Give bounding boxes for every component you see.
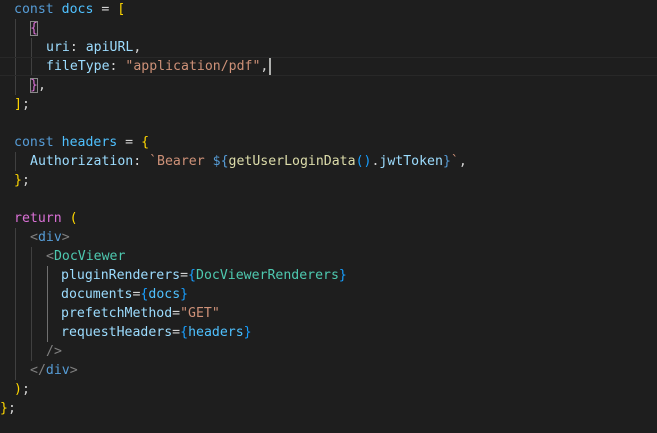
template-string-token: `Bearer <box>149 154 213 169</box>
identifier-token: docs <box>61 2 94 17</box>
code-line-17[interactable]: prefetchMethod="GET" <box>0 304 657 323</box>
jsx-bracket-token: < <box>30 230 38 245</box>
operator-token: = <box>117 135 142 150</box>
code-line-10[interactable]: }; <box>0 171 657 190</box>
template-interp-token: ${ <box>212 154 229 169</box>
bracket-token: { <box>180 325 189 340</box>
punctuation-token: ; <box>21 97 30 112</box>
bracket-token-matched: } <box>30 78 38 93</box>
identifier-token: headers <box>61 135 118 150</box>
code-line-9[interactable]: Authorization: `Bearer ${getUserLoginDat… <box>0 152 657 171</box>
identifier-token: DocViewerRenderers <box>196 268 339 283</box>
punctuation-token: , <box>37 78 46 93</box>
jsx-attribute-token: requestHeaders <box>61 325 173 340</box>
code-line-4-current[interactable]: fileType: "application/pdf", <box>0 57 657 76</box>
template-string-token: ` <box>450 154 459 169</box>
bracket-token: } <box>243 325 252 340</box>
bracket-token: ) <box>14 382 22 397</box>
bracket-token: } <box>338 268 347 283</box>
bracket-token: { <box>141 135 150 150</box>
bracket-token: } <box>14 173 22 188</box>
code-line-8[interactable]: const headers = { <box>0 133 657 152</box>
punctuation-token: : <box>133 154 150 169</box>
punctuation-token: : <box>109 59 126 74</box>
operator-token: = <box>172 325 181 340</box>
string-token: "GET" <box>180 306 220 321</box>
operator-token: = <box>172 306 181 321</box>
code-line-3[interactable]: uri: apiURL, <box>0 38 657 57</box>
punctuation-token: : <box>69 40 86 55</box>
code-line-6[interactable]: ]; <box>0 95 657 114</box>
text-cursor <box>269 57 272 75</box>
bracket-token: [ <box>117 2 126 17</box>
bracket-token: { <box>188 268 196 283</box>
bracket-token: ( <box>69 211 78 226</box>
string-token: "application/pdf" <box>125 59 261 74</box>
punctuation-token: ; <box>7 401 16 416</box>
jsx-tag-token: div <box>37 230 62 245</box>
property-token: uri <box>46 40 70 55</box>
function-token: getUserLoginData <box>228 154 356 169</box>
code-line-14[interactable]: <DocViewer <box>0 247 657 266</box>
code-line-5[interactable]: }, <box>0 76 657 95</box>
identifier-token: docs <box>148 287 181 302</box>
punctuation-token: , <box>260 59 269 74</box>
property-token: jwtToken <box>379 154 443 169</box>
bracket-token: } <box>0 401 8 416</box>
code-line-15[interactable]: pluginRenderers={DocViewerRenderers} <box>0 266 657 285</box>
identifier-token: headers <box>188 325 244 340</box>
code-line-16[interactable]: documents={docs} <box>0 285 657 304</box>
jsx-bracket-token: > <box>61 230 70 245</box>
jsx-bracket-token: </ <box>30 363 46 378</box>
jsx-attribute-token: pluginRenderers <box>61 268 181 283</box>
keyword-token: const <box>14 135 54 150</box>
property-token: Authorization <box>30 154 134 169</box>
keyword-token: const <box>14 2 54 17</box>
punctuation-token: , <box>133 40 142 55</box>
code-line-21[interactable]: ); <box>0 380 657 399</box>
bracket-token: ] <box>14 97 22 112</box>
punctuation-token: , <box>458 154 467 169</box>
bracket-token-matched: { <box>30 21 38 36</box>
punctuation-token: ; <box>21 173 30 188</box>
jsx-bracket-token: < <box>46 249 54 264</box>
code-line-1[interactable]: const docs = [ <box>0 0 657 19</box>
bracket-token: () <box>355 154 372 169</box>
operator-token: = <box>93 2 118 17</box>
jsx-attribute-token: prefetchMethod <box>61 306 173 321</box>
jsx-component-token: DocViewer <box>53 249 126 264</box>
code-line-2[interactable]: { <box>0 19 657 38</box>
code-line-18[interactable]: requestHeaders={headers} <box>0 323 657 342</box>
code-line-19[interactable]: /> <box>0 342 657 361</box>
jsx-tag-token: div <box>45 363 70 378</box>
code-line-22[interactable]: }; <box>0 399 657 418</box>
bracket-token: } <box>180 287 189 302</box>
property-token: fileType <box>46 59 110 74</box>
template-interp-token: } <box>442 154 451 169</box>
identifier-token: apiURL <box>85 40 134 55</box>
punctuation-token: ; <box>21 382 30 397</box>
keyword-token: return <box>14 211 62 226</box>
jsx-attribute-token: documents <box>61 287 133 302</box>
code-line-20[interactable]: </div> <box>0 361 657 380</box>
jsx-bracket-token: > <box>69 363 78 378</box>
code-line-12[interactable]: return ( <box>0 209 657 228</box>
code-editor[interactable]: const docs = [ { uri: apiURL, fileType: … <box>0 0 657 433</box>
jsx-bracket-token: /> <box>46 344 62 359</box>
code-line-13[interactable]: <div> <box>0 228 657 247</box>
operator-token: = <box>180 268 189 283</box>
